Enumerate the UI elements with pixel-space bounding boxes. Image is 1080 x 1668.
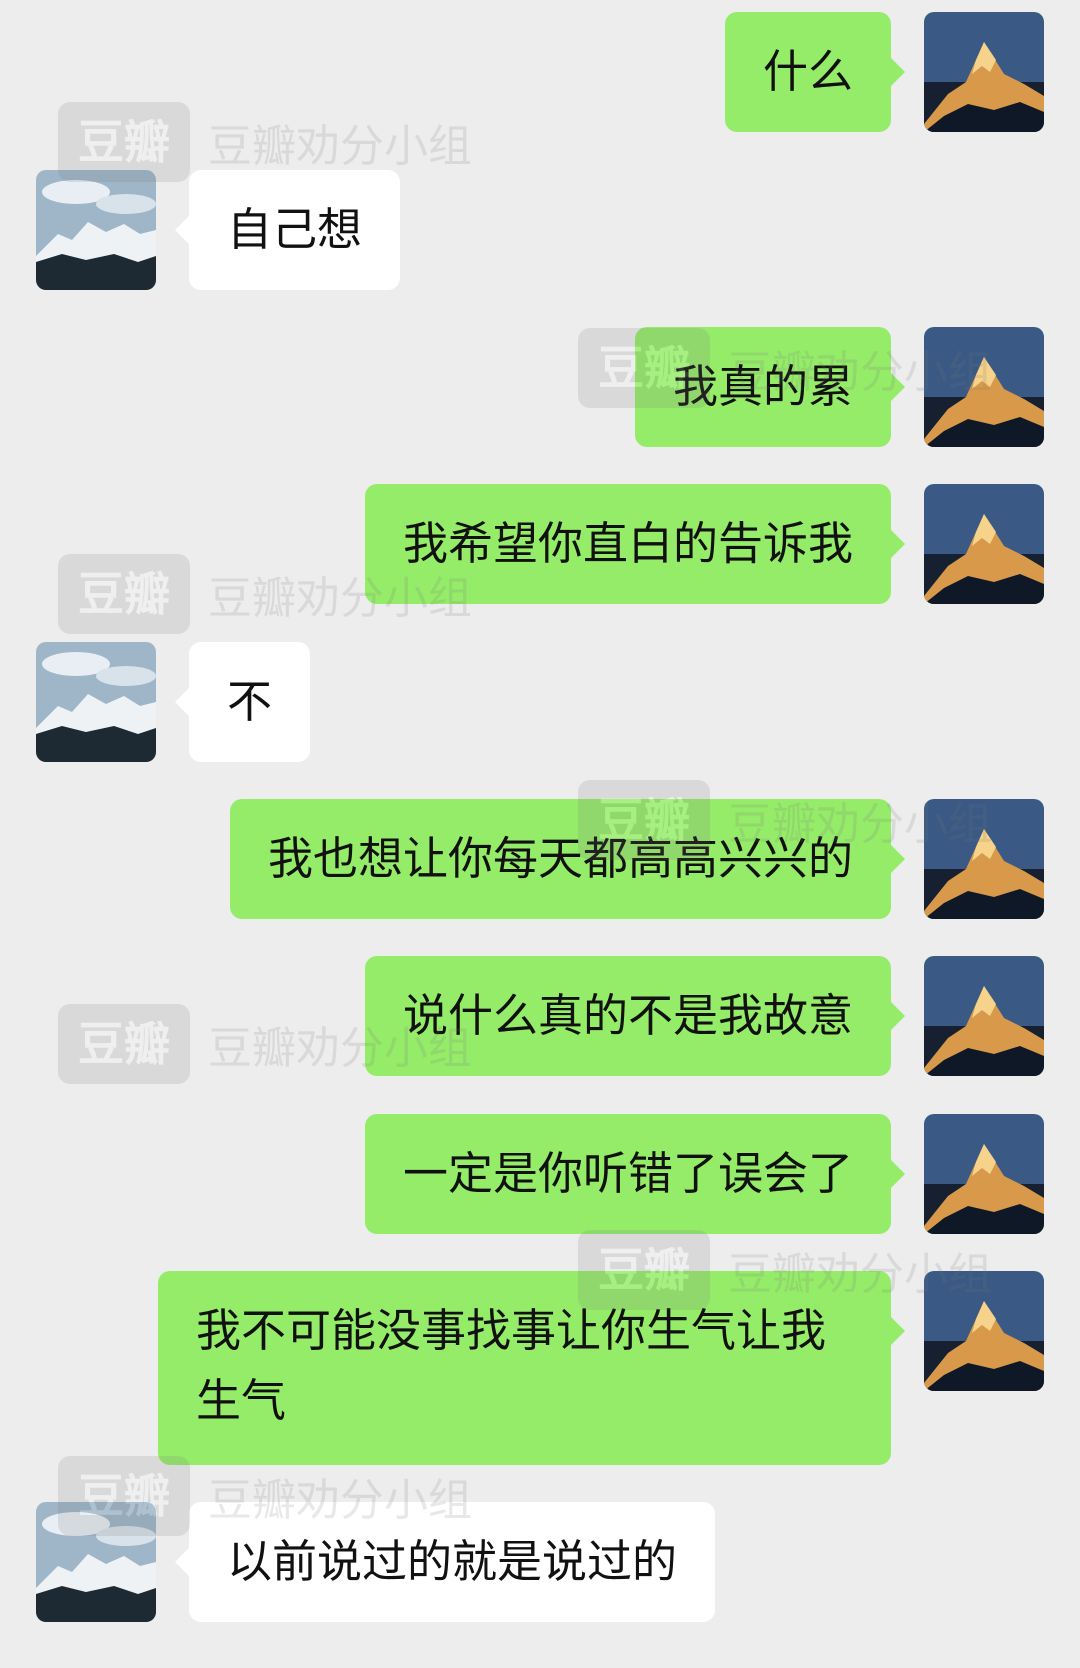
message-bubble[interactable]: 以前说过的就是说过的 [174, 1502, 716, 1622]
sunlit-mountain-icon [924, 1114, 1044, 1234]
contact-avatar[interactable] [36, 642, 156, 762]
douban-logo: 豆瓣 [58, 1004, 190, 1084]
sunlit-mountain-icon [924, 956, 1044, 1076]
sunlit-mountain-icon [924, 327, 1044, 447]
sunlit-mountain-icon [924, 799, 1044, 919]
message-bubble[interactable]: 我希望你直白的告诉我 [364, 484, 906, 604]
my-avatar[interactable] [924, 1114, 1044, 1234]
message-bubble[interactable]: 一定是你听错了误会了 [364, 1114, 906, 1234]
my-avatar[interactable] [924, 1271, 1044, 1391]
my-avatar[interactable] [924, 12, 1044, 132]
my-avatar[interactable] [924, 327, 1044, 447]
snowy-mountain-icon [36, 642, 156, 762]
snowy-mountain-icon [36, 170, 156, 290]
sunlit-mountain-icon [924, 12, 1044, 132]
watermark-text: 豆瓣劝分小组 [208, 121, 472, 172]
my-avatar[interactable] [924, 484, 1044, 604]
message-bubble[interactable]: 我也想让你每天都高高兴兴的 [229, 799, 906, 919]
contact-avatar[interactable] [36, 1502, 156, 1622]
snowy-mountain-icon [36, 1502, 156, 1622]
douban-logo: 豆瓣 [58, 554, 190, 634]
my-avatar[interactable] [924, 799, 1044, 919]
sunlit-mountain-icon [924, 484, 1044, 604]
contact-avatar[interactable] [36, 170, 156, 290]
message-bubble[interactable]: 自己想 [174, 170, 401, 290]
message-bubble[interactable]: 什么 [724, 12, 906, 132]
my-avatar[interactable] [924, 956, 1044, 1076]
message-bubble[interactable]: 我真的累 [634, 327, 906, 447]
message-bubble[interactable]: 我不可能没事找事让你生气让我生气 [158, 1271, 905, 1465]
message-bubble[interactable]: 说什么真的不是我故意 [364, 956, 906, 1076]
sunlit-mountain-icon [924, 1271, 1044, 1391]
message-bubble[interactable]: 不 [174, 642, 311, 762]
